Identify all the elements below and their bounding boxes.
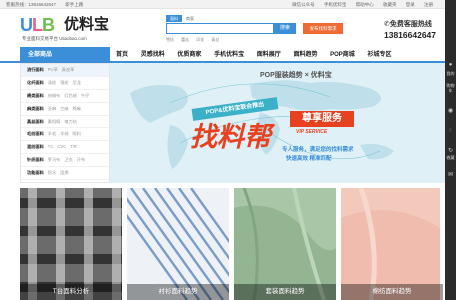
banner-vip: VIP SERVICE: [296, 129, 328, 135]
hot-keyword[interactable]: 蕾丝: [181, 37, 189, 42]
refresh-icon[interactable]: ↻: [447, 148, 454, 155]
nav-inspiration[interactable]: 灵感找料: [141, 47, 165, 63]
rightbar-label-cart[interactable]: 购物车: [446, 83, 455, 93]
login-link[interactable]: 登录: [406, 2, 415, 7]
tile-label: 棉纺面料趋势: [341, 284, 443, 300]
category-sidebar: 流行面料 PU革 真皮革 化纤面料 涤纶 锦纶 尼龙 棉类面料 府绸布 灯芯绒 牛仔 麻类面料亚…: [20, 63, 110, 183]
hotline-title: ✆免费客服热线: [384, 21, 432, 28]
hotline-number: 13816642647: [384, 30, 437, 40]
sidebar-item[interactable]: 混纺面料 TC CVC T/R: [21, 141, 109, 155]
chat-icon[interactable]: ✉: [447, 172, 454, 179]
mobile-link[interactable]: 手机优料宝: [324, 2, 347, 7]
trend-tile[interactable]: 棉纺面料趋势: [341, 188, 443, 300]
world-map-graphic: [130, 80, 394, 169]
user-icon[interactable]: ●: [447, 62, 454, 69]
nav-merchants[interactable]: 优质商家: [177, 47, 201, 63]
tab-merchant[interactable]: 商家: [182, 15, 198, 22]
header: ULB 优料宝 专业面料交易平台 Uliaobao.com 面料 商家 搜索 发布…: [0, 9, 445, 47]
nav-shancheng[interactable]: 衫城专区: [367, 47, 391, 63]
banner-brand: POP服装趋势 × 优料宝: [260, 72, 332, 79]
sidebar-item[interactable]: 麻类面料 亚麻 苎麻 棉麻: [21, 103, 109, 116]
tile-label: 套装面料趋势: [234, 284, 336, 300]
register-link[interactable]: 注册: [424, 2, 433, 7]
hot-keyword[interactable]: 真丝: [211, 37, 219, 42]
hot-keyword[interactable]: 雪纺: [166, 37, 174, 42]
sidebar-item[interactable]: 针织面料 罗马布 卫衣 汗布: [21, 154, 109, 168]
hot-keywords: 雪纺 蕾丝 印花 真丝: [166, 37, 225, 43]
tile-label: T台面料分析: [20, 284, 122, 300]
all-categories-button[interactable]: 全部商品: [20, 47, 110, 63]
banner-line1: 专人服务，满足您的找料需求: [282, 147, 354, 153]
tile-label: 衬衫面料趋势: [127, 284, 229, 300]
trend-tiles: T台面料分析 衬衫面料趋势 套装面料趋势 棉纺面料趋势: [20, 188, 443, 300]
search-area: 面料 商家 搜索 发布找料需求 雪纺 蕾丝 印花 真丝: [160, 15, 380, 45]
logo[interactable]: ULB 优料宝 专业面料交易平台 Uliaobao.com: [20, 14, 120, 46]
hotline-text: 客服热线：13816642647: [6, 2, 57, 7]
promo-banner[interactable]: POP服装趋势 × 优料宝 POP&优料宝联合推出 找料帮 尊享服务 VIP S…: [110, 63, 445, 183]
search-input[interactable]: [166, 23, 274, 34]
main-nav: 全部商品 首页 灵感找料 优质商家 手机优料宝 面料展厅 面料趋势 POP商城 …: [0, 47, 445, 63]
logo-slogan: 专业面料交易平台 Uliaobao.com: [22, 36, 87, 41]
camera-icon[interactable]: ◉: [447, 108, 454, 115]
rightbar-label-fav[interactable]: 收藏: [446, 155, 455, 161]
nav-pop-mall[interactable]: POP商城: [330, 47, 355, 63]
tab-fabric[interactable]: 面料: [166, 15, 182, 22]
trend-tile[interactable]: 套装面料趋势: [234, 188, 336, 300]
service-hotline: ✆免费客服热线 13816642647: [384, 19, 444, 40]
right-toolbar: ● 我的 购物车 ◉ ◌ ↻ 收藏 ✉: [445, 0, 456, 300]
nav-mobile[interactable]: 手机优料宝: [214, 47, 244, 63]
banner-line2: 快速高效 精准匹配: [286, 156, 332, 162]
sidebar-item[interactable]: 流行面料 PU革 真皮革: [21, 64, 109, 77]
sidebar-item[interactable]: 化纤面料 涤纶 锦纶 尼龙: [21, 77, 109, 90]
search-button[interactable]: 搜索: [274, 23, 296, 34]
sidebar-item[interactable]: 棉类面料 府绸布 灯芯绒 牛仔: [21, 90, 109, 103]
logo-name: 优料宝: [64, 16, 110, 33]
hot-keyword[interactable]: 印花: [196, 37, 204, 42]
trend-tile[interactable]: T台面料分析: [20, 188, 122, 300]
sidebar-item[interactable]: 功能面料 防水 阻燃: [21, 167, 109, 181]
nav-showroom[interactable]: 面料展厅: [257, 47, 281, 63]
banner-headline: 找料帮: [190, 122, 271, 152]
logo-mark: ULB: [20, 15, 55, 35]
publish-request-button[interactable]: 发布找料需求: [303, 23, 343, 34]
trend-tile[interactable]: 衬衫面料趋势: [127, 188, 229, 300]
wechat-link[interactable]: 微信公众号: [292, 2, 315, 7]
sidebar-item[interactable]: 毛纺面料 羊毛 羊绒 呢料: [21, 128, 109, 142]
top-bar: 客服热线：13816642647 新手上路 微信公众号 手机优料宝 帮助中心 收…: [0, 0, 445, 9]
banner-badge: 尊享服务: [290, 111, 354, 127]
beginner-link[interactable]: 新手上路: [65, 2, 83, 7]
sidebar-item[interactable]: 真丝面料 素绉缎 电力纺: [21, 116, 109, 129]
nav-home[interactable]: 首页: [116, 47, 128, 63]
help-link[interactable]: 帮助中心: [356, 2, 374, 7]
wechat-icon[interactable]: ◌: [447, 128, 454, 135]
rightbar-label-mine[interactable]: 我的: [446, 71, 455, 77]
nav-trends[interactable]: 面料趋势: [293, 47, 317, 63]
search-tabs: 面料 商家: [166, 15, 198, 22]
favorites-link[interactable]: 收藏夹: [383, 2, 397, 7]
